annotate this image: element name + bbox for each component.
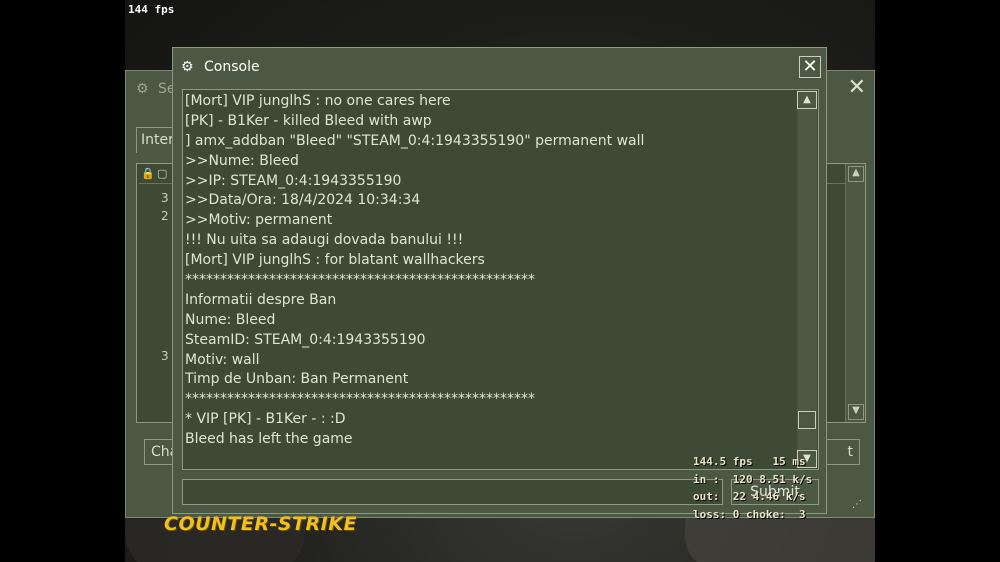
list-item[interactable]: 2	[161, 209, 169, 223]
scroll-down-icon[interactable]: ▼	[848, 404, 864, 420]
console-line: >>Data/Ora: 18/4/2024 10:34:34	[185, 192, 421, 209]
console-line: [Mort] VIP junglhS : no one cares here	[185, 93, 451, 109]
console-lines: [Mort] VIP junglhS : no one cares here [P…	[185, 92, 795, 450]
resize-grip-icon[interactable]: ⋰	[852, 499, 862, 510]
console-line: Bleed has left the game	[185, 431, 353, 448]
console-line: Nume: Bleed	[185, 311, 276, 328]
net-graph-line: out: 22 4.46 k/s	[693, 490, 806, 503]
console-line: [PK] - B1Ker - killed Bleed with awp	[185, 112, 432, 129]
fps-counter: 144 fps	[128, 3, 175, 16]
list-item[interactable]: 3	[161, 191, 169, 205]
console-line: ] amx_addban "Bleed" "STEAM_0:4:19433551…	[185, 132, 645, 149]
lock-icon: 🔒	[141, 167, 155, 180]
steam-icon: ⚙	[136, 81, 149, 97]
console-line: Informatii despre Ban	[185, 291, 337, 308]
scroll-up-icon[interactable]: ▲	[848, 166, 864, 182]
console-line: ****************************************…	[185, 272, 535, 289]
steam-icon: ⚙	[181, 59, 194, 75]
console-line: Motiv: wall	[185, 351, 260, 368]
net-graph-line: loss: 0 choke: 3	[693, 507, 806, 521]
net-graph: 144.5 fps 15 ms in : 120 8.51 k/s out: 22 …	[693, 453, 833, 523]
net-graph-line: in : 120 8.51 k/s	[693, 472, 813, 486]
console-output[interactable]: [Mort] VIP junglhS : no one cares here [P…	[182, 89, 819, 470]
console-scrollbar[interactable]: ▲ ▼	[797, 91, 817, 468]
scroll-thumb[interactable]	[798, 411, 816, 429]
console-title: Console	[204, 59, 260, 75]
console-line: [Mort] VIP junglhS : for blatant wallhac…	[185, 252, 485, 269]
net-graph-line: 144.5 fps 15 ms	[693, 455, 806, 468]
server-list-scrollbar[interactable]: ▲ ▼	[845, 164, 865, 422]
console-command-input[interactable]	[182, 479, 723, 505]
console-line: Timp de Unban: Ban Permanent	[185, 371, 409, 388]
console-line: * VIP [PK] - B1Ker - : :D	[185, 411, 346, 428]
counter-strike-logo: COUNTER-STRIKE	[164, 513, 357, 535]
console-line: SteamID: STEAM_0:4:1943355190	[185, 331, 426, 348]
console-window: ⚙ Console ✕ [Mort] VIP junglhS : no one …	[172, 47, 827, 514]
vac-icon: ▢	[157, 167, 168, 180]
console-line: >>Motiv: permanent	[185, 212, 333, 229]
list-item[interactable]: 3	[161, 349, 169, 363]
console-line: >>Nume: Bleed	[185, 152, 299, 169]
console-line: >>IP: STEAM_0:4:1943355190	[185, 172, 402, 189]
console-line: !!! Nu uita sa adaugi dovada banului !!!	[185, 232, 464, 249]
close-icon[interactable]: ✕	[848, 77, 866, 99]
scroll-up-icon[interactable]: ▲	[797, 91, 817, 109]
console-line: ****************************************…	[185, 391, 535, 408]
close-button[interactable]: ✕	[799, 56, 821, 78]
